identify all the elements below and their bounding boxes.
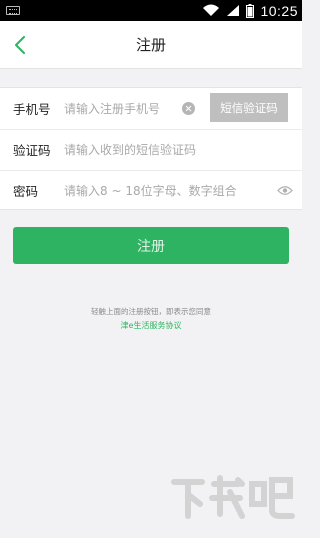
wifi-icon [203,4,220,16]
page-title: 注册 [135,36,166,54]
status-time: 10:25 [260,2,298,19]
back-button[interactable] [4,29,36,61]
chevron-left-icon [15,36,25,54]
phone-input[interactable] [64,88,176,129]
app-header: 注册 [0,21,302,69]
watermark-logo [168,470,298,534]
sms-code-button[interactable]: 短信验证码 [210,93,288,122]
status-bar: 10:25 [0,0,302,21]
password-label: 密码 [13,184,39,199]
agreement-notice: 轻触上面的注册按钮，即表示您同意 [91,307,211,316]
register-form: 手机号 短信验证码 验证码 密码 [0,87,302,211]
phone-label: 手机号 [13,102,51,117]
clear-circle-icon[interactable] [182,102,195,115]
code-row: 验证码 [0,129,302,170]
keyboard-icon [6,6,20,15]
phone-row: 手机号 短信验证码 [0,88,302,129]
password-input[interactable] [64,170,269,211]
service-agreement-link[interactable]: 津e生活服务协议 [0,320,302,331]
password-row: 密码 [0,170,302,211]
eye-icon[interactable] [277,183,293,197]
battery-icon [246,3,255,18]
signal-icon [227,5,240,16]
code-label: 验证码 [13,143,51,158]
register-button[interactable]: 注册 [13,227,289,264]
code-input[interactable] [64,129,284,170]
